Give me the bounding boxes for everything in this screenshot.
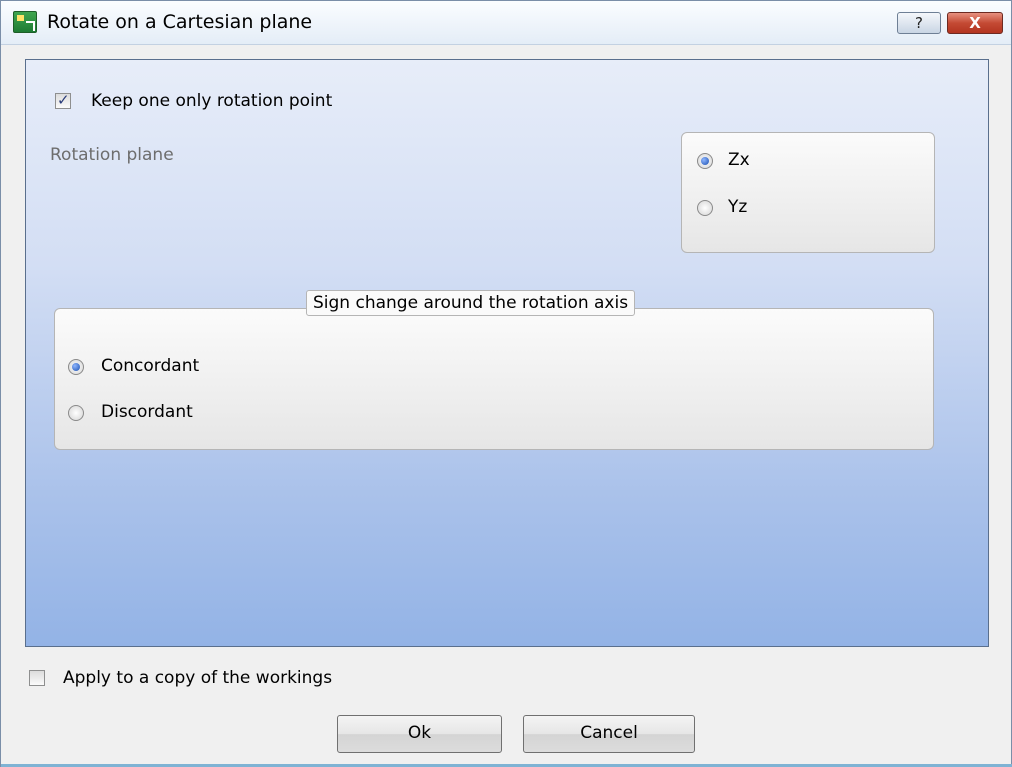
rotation-plane-label: Rotation plane <box>50 145 174 165</box>
radio-yz[interactable] <box>697 200 713 216</box>
sign-change-group: Concordant Discordant <box>54 308 934 450</box>
content-panel: Keep one only rotation point Rotation pl… <box>25 59 989 647</box>
radio-yz-label: Yz <box>728 197 748 217</box>
help-button[interactable]: ? <box>897 12 941 34</box>
cancel-button[interactable]: Cancel <box>523 715 695 753</box>
app-icon <box>13 11 37 33</box>
window-title: Rotate on a Cartesian plane <box>47 11 313 33</box>
radio-concordant-label: Concordant <box>101 356 200 376</box>
apply-to-copy-label: Apply to a copy of the workings <box>63 668 333 688</box>
rotation-plane-group: Zx Yz <box>681 132 935 253</box>
ok-button[interactable]: Ok <box>337 715 502 753</box>
radio-discordant[interactable] <box>68 405 84 421</box>
rotate-dialog: Rotate on a Cartesian plane ? X Keep one… <box>0 0 1012 767</box>
keep-one-rotation-point-checkbox[interactable] <box>55 91 71 109</box>
radio-discordant-label: Discordant <box>101 402 193 422</box>
radio-concordant[interactable] <box>68 359 84 375</box>
keep-one-rotation-point-label: Keep one only rotation point <box>91 91 333 111</box>
close-button[interactable]: X <box>947 12 1003 34</box>
sign-change-group-title: Sign change around the rotation axis <box>306 290 636 316</box>
apply-to-copy-checkbox[interactable] <box>29 670 45 686</box>
radio-zx-label: Zx <box>728 150 750 170</box>
title-bar[interactable]: Rotate on a Cartesian plane ? X <box>1 1 1011 45</box>
radio-zx[interactable] <box>697 153 713 169</box>
